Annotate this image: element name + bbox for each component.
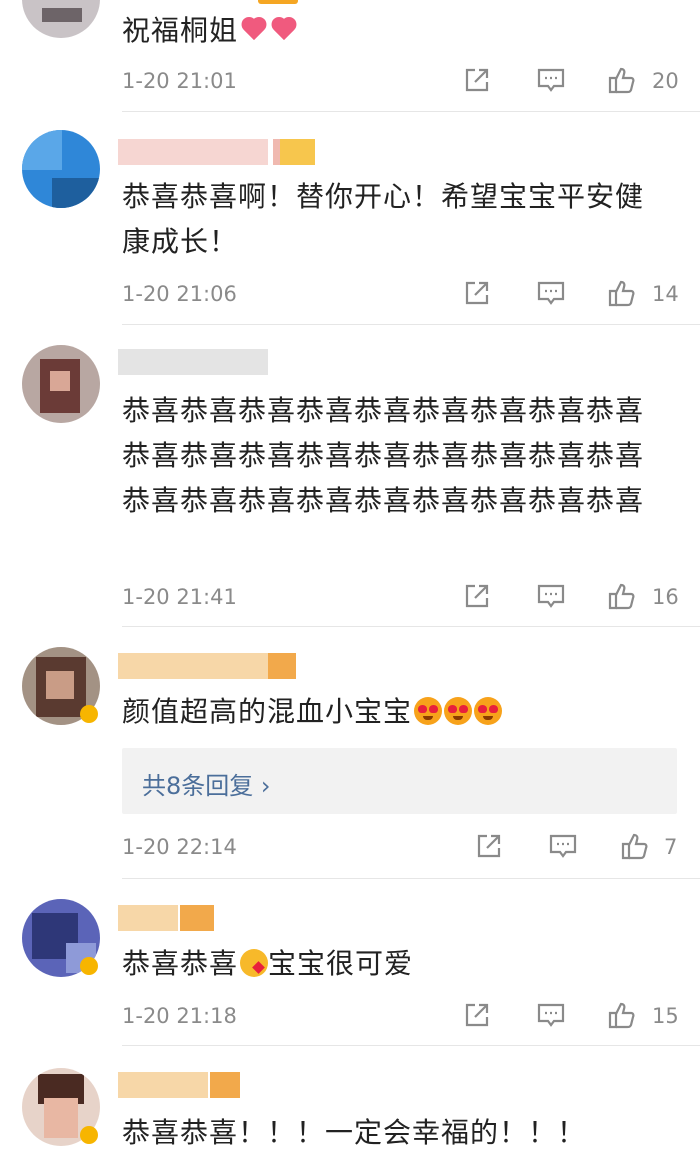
- share-icon[interactable]: [474, 831, 504, 861]
- comment-icon[interactable]: [536, 65, 566, 95]
- username-blurred[interactable]: [118, 1072, 244, 1098]
- share-icon[interactable]: [462, 65, 492, 95]
- verified-badge-icon: [80, 957, 98, 975]
- comment-item: 恭喜恭喜恭喜恭喜恭喜恭喜恭喜恭喜恭喜恭喜恭喜恭喜恭喜恭喜恭喜恭喜恭喜恭喜恭喜恭喜…: [0, 325, 700, 627]
- timestamp: 1-20 21:01: [122, 69, 237, 93]
- comment-text: 恭喜恭喜 宝宝很可爱: [122, 947, 414, 980]
- thumbs-up-icon[interactable]: [620, 831, 650, 861]
- thumbs-up-icon[interactable]: [607, 581, 637, 611]
- thumbs-up-icon[interactable]: [607, 1000, 637, 1030]
- replies-link[interactable]: 共8条回复 ›: [122, 748, 677, 814]
- username-blurred[interactable]: [118, 349, 270, 375]
- comment-meta: 1-20 21:06 14: [0, 274, 700, 314]
- share-icon[interactable]: [462, 278, 492, 308]
- comment-item: 恭喜恭喜啊！替你开心！希望宝宝平安健康成长！ 1-20 21:06 14: [0, 112, 700, 325]
- thumbs-up-icon[interactable]: [607, 278, 637, 308]
- username-blurred[interactable]: [118, 139, 318, 165]
- timestamp: 1-20 21:06: [122, 282, 237, 306]
- comment-text: 祝福桐姐: [122, 8, 662, 53]
- heart-eyes-emoji-icon: [474, 697, 503, 725]
- comment-item: 祝福桐姐 1-20 21:01 20: [0, 0, 700, 112]
- comment-item: 恭喜恭喜！！！一定会幸福的！！！: [0, 1046, 700, 1149]
- timestamp: 1-20 21:18: [122, 1004, 237, 1028]
- comment-text: 恭喜恭喜！！！一定会幸福的！！！: [122, 1116, 587, 1149]
- thumbs-up-icon[interactable]: [607, 65, 637, 95]
- share-icon[interactable]: [462, 581, 492, 611]
- comment-icon[interactable]: [536, 581, 566, 611]
- comment-meta: 1-20 21:01 20: [0, 61, 700, 101]
- heart-emoji-icon: [240, 16, 268, 44]
- kiss-emoji-icon: [240, 949, 269, 977]
- comment-meta: 1-20 22:14 7: [0, 827, 700, 867]
- like-count: 7: [664, 835, 678, 859]
- verified-badge-icon: [80, 1126, 98, 1144]
- comment-meta: 1-20 21:18 15: [0, 996, 700, 1036]
- like-count: 15: [652, 1004, 679, 1028]
- comment-icon[interactable]: [536, 1000, 566, 1030]
- timestamp: 1-20 21:41: [122, 585, 237, 609]
- comment-item: 颜值超高的混血小宝宝 共8条回复 › 1-20 22:14 7: [0, 627, 700, 879]
- username-blurred[interactable]: [118, 905, 218, 931]
- timestamp: 1-20 22:14: [122, 835, 237, 859]
- verified-badge-icon: [80, 705, 98, 723]
- comment-icon[interactable]: [536, 278, 566, 308]
- share-icon[interactable]: [462, 1000, 492, 1030]
- avatar[interactable]: [22, 345, 100, 423]
- like-count: 20: [652, 69, 679, 93]
- comment-text: 恭喜恭喜啊！替你开心！希望宝宝平安健康成长！: [122, 180, 645, 258]
- username-blurred[interactable]: [118, 653, 298, 679]
- comment-text: 颜值超高的混血小宝宝: [122, 689, 662, 734]
- heart-emoji-icon: [270, 16, 298, 44]
- like-count: 16: [652, 585, 679, 609]
- like-count: 14: [652, 282, 679, 306]
- avatar[interactable]: [22, 130, 100, 208]
- comment-text: 恭喜恭喜恭喜恭喜恭喜恭喜恭喜恭喜恭喜恭喜恭喜恭喜恭喜恭喜恭喜恭喜恭喜恭喜恭喜恭喜…: [122, 394, 645, 517]
- heart-eyes-emoji-icon: [414, 697, 443, 725]
- comment-icon[interactable]: [548, 831, 578, 861]
- comment-item: 恭喜恭喜 宝宝很可爱 1-20 21:18 15: [0, 879, 700, 1046]
- replies-label: 共8条回复 ›: [142, 772, 271, 800]
- avatar[interactable]: [22, 0, 100, 38]
- heart-eyes-emoji-icon: [444, 697, 473, 725]
- comment-meta: 1-20 21:41 16: [0, 577, 700, 617]
